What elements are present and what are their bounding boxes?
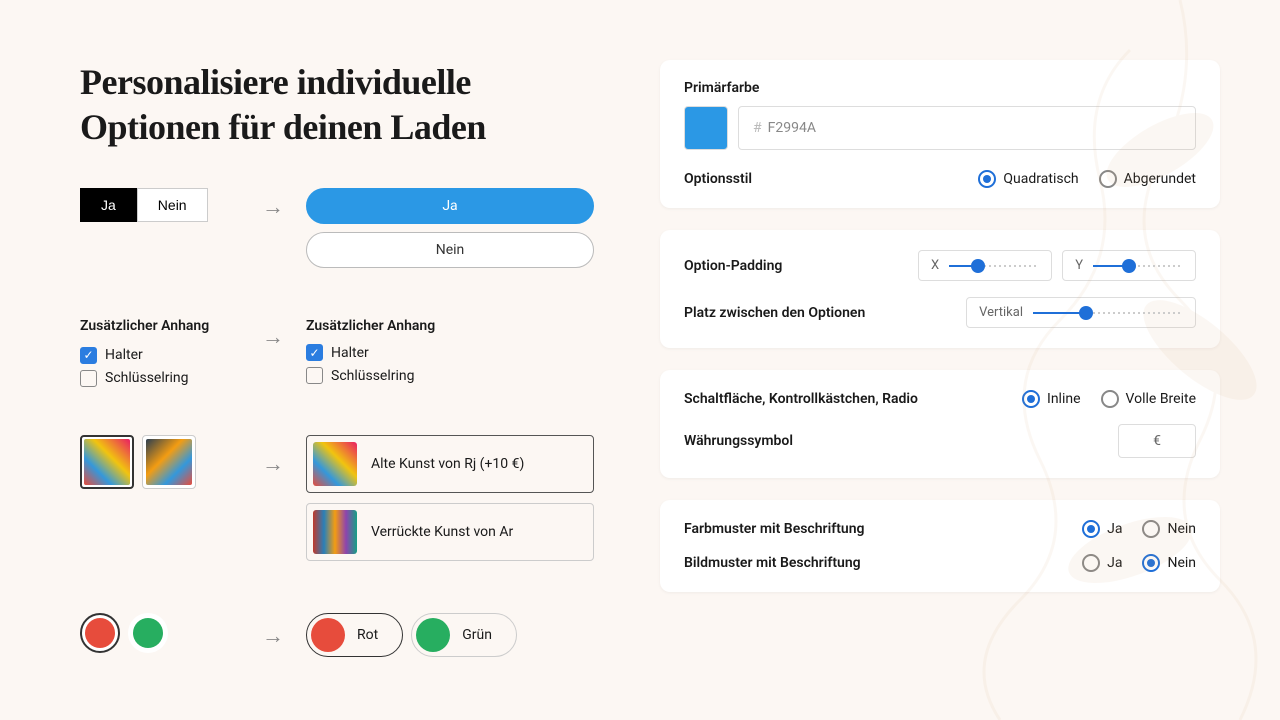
attach-label-after: Zusätzlicher Anhang [306, 318, 600, 334]
currency-label: Währungssymbol [684, 433, 793, 449]
after-no-button[interactable]: Nein [306, 232, 594, 268]
color-hex-input[interactable]: #F2994A [738, 106, 1196, 150]
demo-images: → Alte Kunst von Rj (+10 €) Verrückte Ku… [80, 435, 600, 571]
before-no-button[interactable]: Nein [137, 188, 208, 222]
padding-label: Option-Padding [684, 258, 782, 274]
arrow-icon: → [262, 451, 284, 477]
spacing-label: Platz zwischen den Optionen [684, 305, 865, 321]
arrow-icon: → [262, 324, 284, 350]
after-yes-button[interactable]: Ja [306, 188, 594, 224]
currency-input[interactable]: € [1118, 424, 1196, 458]
card-primary-color: Primärfarbe #F2994A Optionsstil Quadrati… [660, 60, 1220, 208]
radio-image-yes[interactable]: Ja [1082, 554, 1122, 572]
swatch-red-after[interactable]: Rot [306, 613, 403, 657]
swatch-green-before[interactable] [128, 613, 168, 653]
color-preview[interactable] [684, 106, 728, 150]
img-option-1[interactable]: Alte Kunst von Rj (+10 €) [306, 435, 594, 493]
radio-color-yes[interactable]: Ja [1082, 520, 1122, 538]
swatch-red-before[interactable] [80, 613, 120, 653]
demo-buttons: Ja Nein → Ja Nein [80, 188, 600, 276]
option-style-label: Optionsstil [684, 171, 752, 187]
radio-color-no[interactable]: Nein [1142, 520, 1196, 538]
attach-label-before: Zusätzlicher Anhang [80, 318, 240, 334]
radio-image-no[interactable]: Nein [1142, 554, 1196, 572]
radio-square[interactable]: Quadratisch [978, 170, 1078, 188]
arrow-icon: → [262, 623, 284, 649]
card-layout: Schaltfläche, Kontrollkästchen, Radio In… [660, 370, 1220, 478]
before-yes-button[interactable]: Ja [80, 188, 137, 222]
image-swatch-label: Bildmuster mit Beschriftung [684, 555, 861, 571]
thumb-2-before[interactable] [142, 435, 196, 489]
img-option-2[interactable]: Verrückte Kunst von Ar [306, 503, 594, 561]
primary-color-label: Primärfarbe [684, 80, 1196, 96]
thumb-1-before[interactable] [80, 435, 134, 489]
arrow-icon: → [262, 194, 284, 220]
slider-x[interactable]: X [918, 250, 1052, 281]
chk-halter-after[interactable]: ✓Halter [306, 344, 600, 361]
card-padding: Option-Padding X Y Platz zwischen den Op… [660, 230, 1220, 348]
radio-rounded[interactable]: Abgerundet [1099, 170, 1196, 188]
slider-y[interactable]: Y [1062, 250, 1196, 281]
chk-ring-before[interactable]: Schlüsselring [80, 370, 189, 387]
chk-ring-after[interactable]: Schlüsselring [306, 367, 600, 384]
page-title: Personalisiere individuelle Optionen für… [80, 60, 600, 150]
layout-label: Schaltfläche, Kontrollkästchen, Radio [684, 391, 918, 407]
chk-halter-before[interactable]: ✓Halter [80, 347, 143, 364]
demo-swatches: → Rot Grün [80, 613, 600, 657]
radio-full-width[interactable]: Volle Breite [1101, 390, 1196, 408]
slider-vertical[interactable]: Vertikal [966, 297, 1196, 328]
swatch-green-after[interactable]: Grün [411, 613, 517, 657]
demo-checkboxes: Zusätzlicher Anhang ✓Halter Schlüsselrin… [80, 318, 600, 393]
card-swatch-labels: Farbmuster mit Beschriftung Ja Nein Bild… [660, 500, 1220, 592]
radio-inline[interactable]: Inline [1022, 390, 1081, 408]
color-swatch-label: Farbmuster mit Beschriftung [684, 521, 865, 537]
